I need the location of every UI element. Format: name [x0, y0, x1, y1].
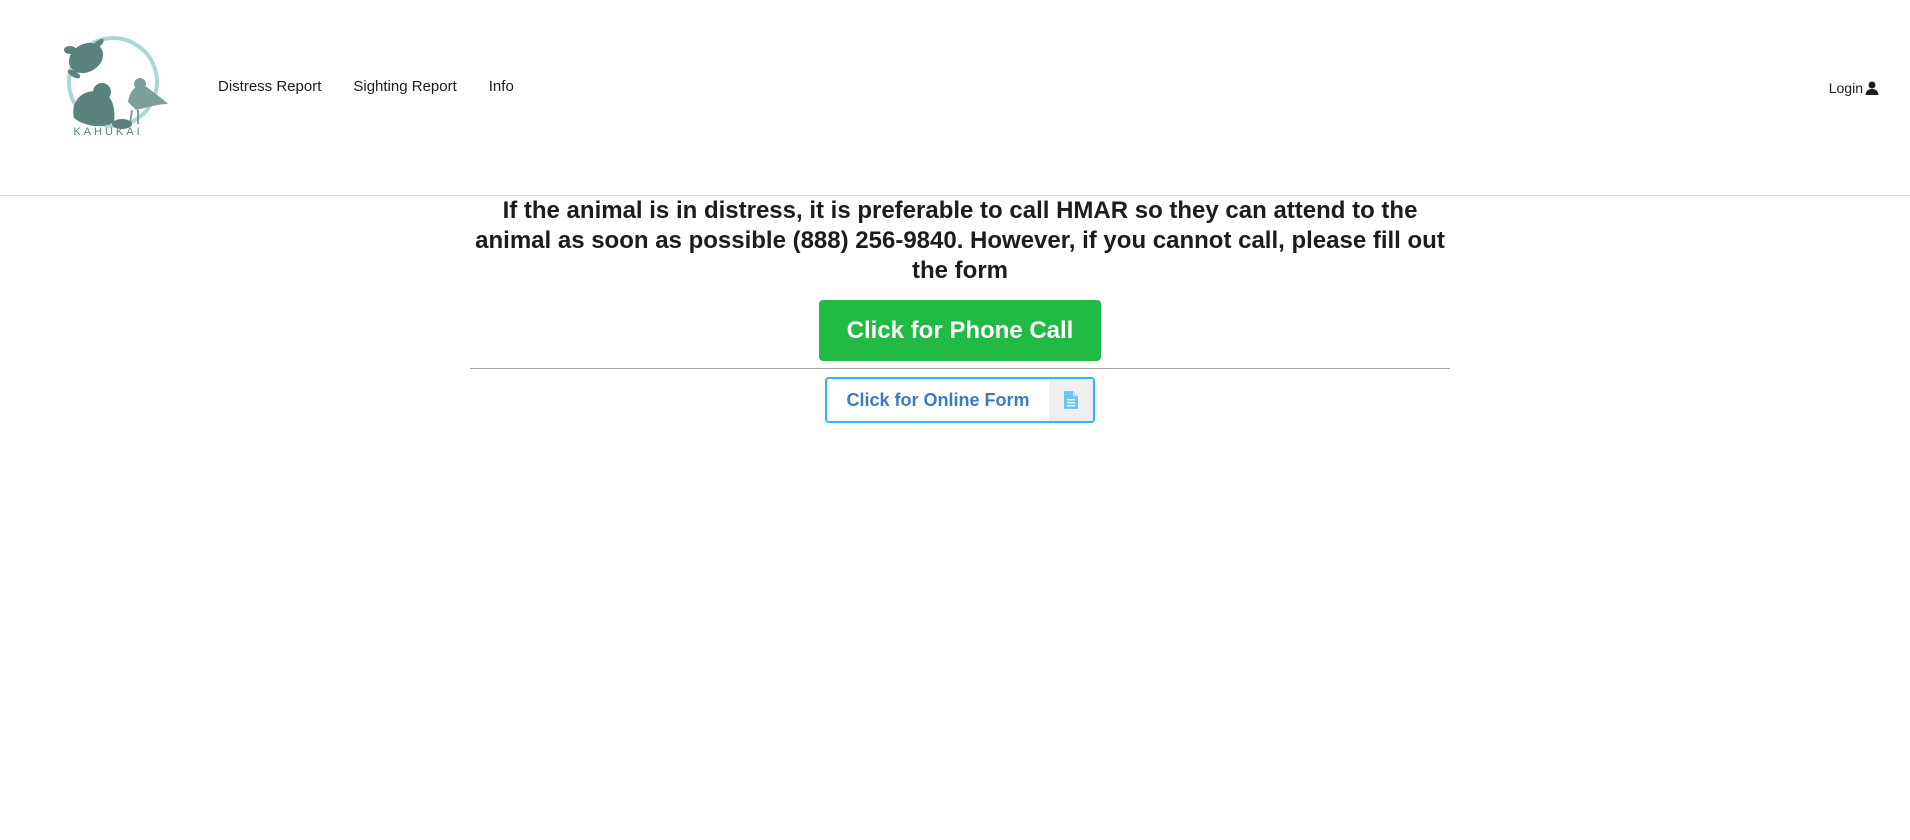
main-content: If the animal is in distress, it is pref… — [470, 196, 1450, 423]
nav-distress-report[interactable]: Distress Report — [218, 78, 321, 95]
nav-info[interactable]: Info — [489, 78, 514, 95]
phone-call-button[interactable]: Click for Phone Call — [819, 300, 1101, 361]
main-nav: Distress Report Sighting Report Info — [218, 78, 514, 95]
logo-text: KAHUKAI — [73, 126, 143, 138]
document-icon — [1049, 379, 1093, 421]
top-navbar: KAHUKAI Distress Report Sighting Report … — [0, 0, 1910, 196]
user-icon — [1865, 81, 1879, 95]
online-form-button[interactable]: Click for Online Form — [825, 377, 1095, 423]
login-label: Login — [1828, 80, 1863, 96]
online-form-label: Click for Online Form — [846, 389, 1030, 410]
distress-message: If the animal is in distress, it is pref… — [475, 197, 1445, 284]
nav-sighting-report[interactable]: Sighting Report — [353, 78, 456, 95]
login-button[interactable]: Login — [1829, 80, 1879, 96]
divider — [470, 368, 1450, 369]
kahukai-logo-icon[interactable]: KAHUKAI — [56, 32, 174, 144]
